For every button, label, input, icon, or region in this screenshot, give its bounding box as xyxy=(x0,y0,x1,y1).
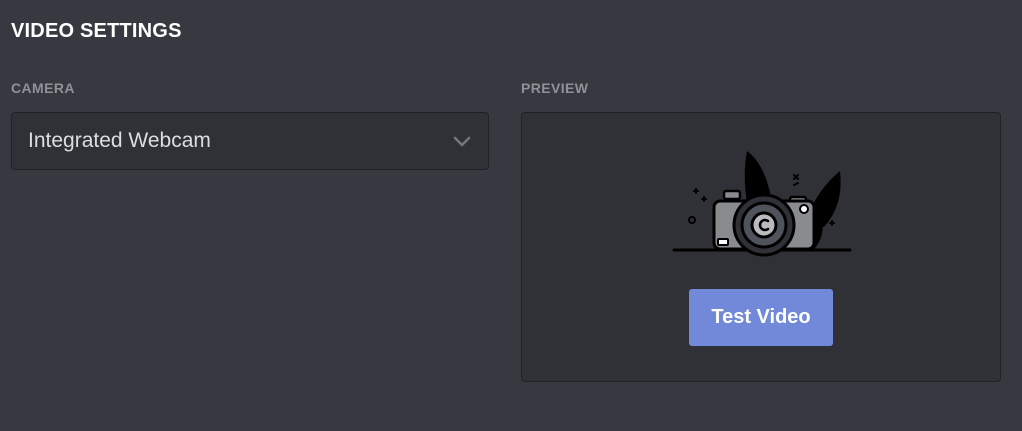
preview-label: PREVIEW xyxy=(521,80,589,96)
camera-label: CAMERA xyxy=(11,80,75,96)
test-video-button[interactable]: Test Video xyxy=(689,289,833,346)
camera-illustration-icon xyxy=(672,151,852,257)
video-preview-panel: Test Video xyxy=(521,112,1001,382)
camera-select-value: Integrated Webcam xyxy=(28,129,211,152)
camera-select[interactable]: Integrated Webcam xyxy=(11,112,489,170)
chevron-down-icon xyxy=(453,136,471,147)
section-title: VIDEO SETTINGS xyxy=(11,20,182,42)
